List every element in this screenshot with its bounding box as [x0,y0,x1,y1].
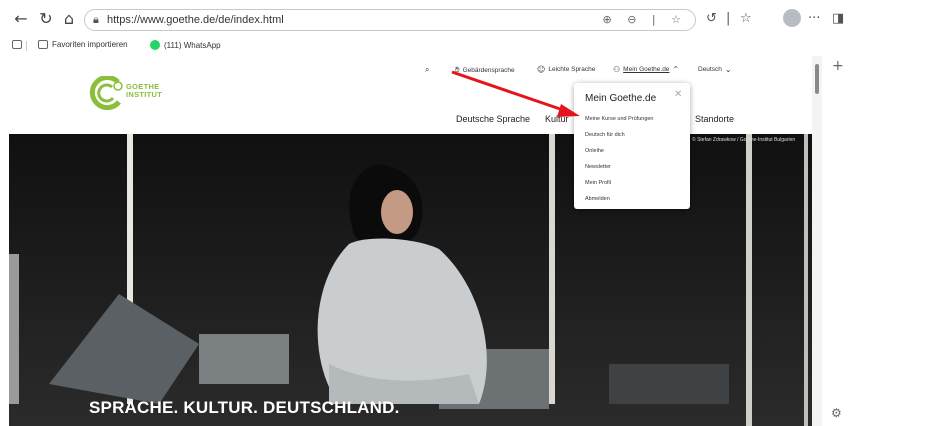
divider-icon: | [726,11,731,26]
my-goethe-dropdown: Mein Goethe.de ✕ Meine Kurse und Prüfung… [574,83,690,209]
nav-german-language[interactable]: Deutsche Sprache [456,114,530,124]
page-viewport: GOETHE INSTITUT ⌕ ✋︎ Gebärdensprache ☺︎ … [0,56,822,426]
hero-title: SPRACHE. KULTUR. DEUTSCHLAND. [89,398,400,417]
hero-image [9,134,812,426]
search-icon[interactable]: ⌕ [425,65,429,75]
more-icon[interactable]: ··· [808,11,820,26]
menu-item-newsletter[interactable]: Newsletter [585,164,611,170]
page-scrollbar[interactable] [812,56,822,426]
meta-nav-easy-language[interactable]: ☺︎ Leichte Sprache [537,65,595,74]
photo-credit: © Stefan Zdrawkow / Goethe-Institut Bulg… [692,137,796,143]
nav-culture[interactable]: Kultur [545,114,569,124]
menu-item-profile[interactable]: Mein Profil [585,180,611,186]
favorite-whatsapp-link[interactable]: (111) WhatsApp [150,40,221,50]
language-label: Deutsch [698,66,722,73]
folder-icon [38,40,48,49]
logo-mark-icon [89,75,123,111]
divider [26,41,27,51]
favorite-import-label: Favoriten importieren [52,40,128,49]
hero-banner[interactable]: © Stefan Zdrawkow / Goethe-Institut Bulg… [9,134,812,426]
close-icon[interactable]: ✕ [674,89,682,100]
chevron-down-icon: ⌄ [724,65,732,74]
gear-icon[interactable]: ⚙ [831,406,842,420]
back-icon[interactable]: ← [12,10,30,28]
language-select[interactable]: Deutsch ⌄ [698,65,732,74]
my-goethe-label: Mein Goethe.de [623,66,670,73]
address-bar[interactable]: 🔒︎ https://www.goethe.de/de/index.html ⊕… [84,9,696,31]
sign-language-label: Gebärdensprache [462,66,515,74]
easy-language-label: Leichte Sprache [548,66,596,73]
chevron-up-icon: ⌃ [672,65,680,74]
scrollbar-thumb[interactable] [815,64,819,94]
avatar[interactable] [783,9,801,27]
menu-item-german-for-you[interactable]: Deutsch für dich [585,132,625,138]
browser-toolbar: ← ↻ ⌂ 🔒︎ https://www.goethe.de/de/index.… [0,0,935,38]
meta-nav-my-goethe[interactable]: ⚇ Mein Goethe.de ⌃ [613,65,679,74]
site-header: GOETHE INSTITUT ⌕ ✋︎ Gebärdensprache ☺︎ … [0,56,812,134]
favorites-icon[interactable]: ☆ [740,11,752,26]
favorite-import-link[interactable]: Favoriten importieren [38,40,128,49]
extensions-icon[interactable]: ↺ [706,11,717,26]
menu-item-my-courses[interactable]: Meine Kurse und Prüfungen [585,116,654,122]
sidebar-toggle-icon[interactable]: ◨ [832,11,844,26]
zoom-icon[interactable]: ⊕ ⊖ | ☆ [603,13,688,26]
refresh-icon[interactable]: ↻ [37,10,55,28]
easy-language-icon: ☺︎ [537,65,546,74]
goethe-logo[interactable]: GOETHE INSTITUT [88,75,178,116]
hand-icon: ✋︎ [455,65,460,74]
menu-item-onleihe[interactable]: Onleihe [585,148,604,154]
lock-icon: 🔒︎ [93,13,99,26]
favorite-whatsapp-label: (111) WhatsApp [164,40,221,50]
home-icon[interactable]: ⌂ [60,10,78,28]
tab-icon[interactable] [12,40,22,49]
add-icon[interactable]: + [832,58,844,74]
whatsapp-icon [150,40,160,50]
browser-side-panel: + ⚙ [822,56,935,426]
menu-item-logout[interactable]: Abmelden [585,196,610,202]
dropdown-title: Mein Goethe.de [585,93,657,104]
logo-text: GOETHE INSTITUT [126,82,163,99]
favorites-bar: Favoriten importieren (111) WhatsApp [0,38,935,54]
url-text[interactable]: https://www.goethe.de/de/index.html [107,14,284,26]
user-icon: ⚇ [613,65,621,74]
meta-nav-sign-language[interactable]: ✋︎ Gebärdensprache [455,65,515,75]
nav-locations[interactable]: Standorte [695,114,734,124]
